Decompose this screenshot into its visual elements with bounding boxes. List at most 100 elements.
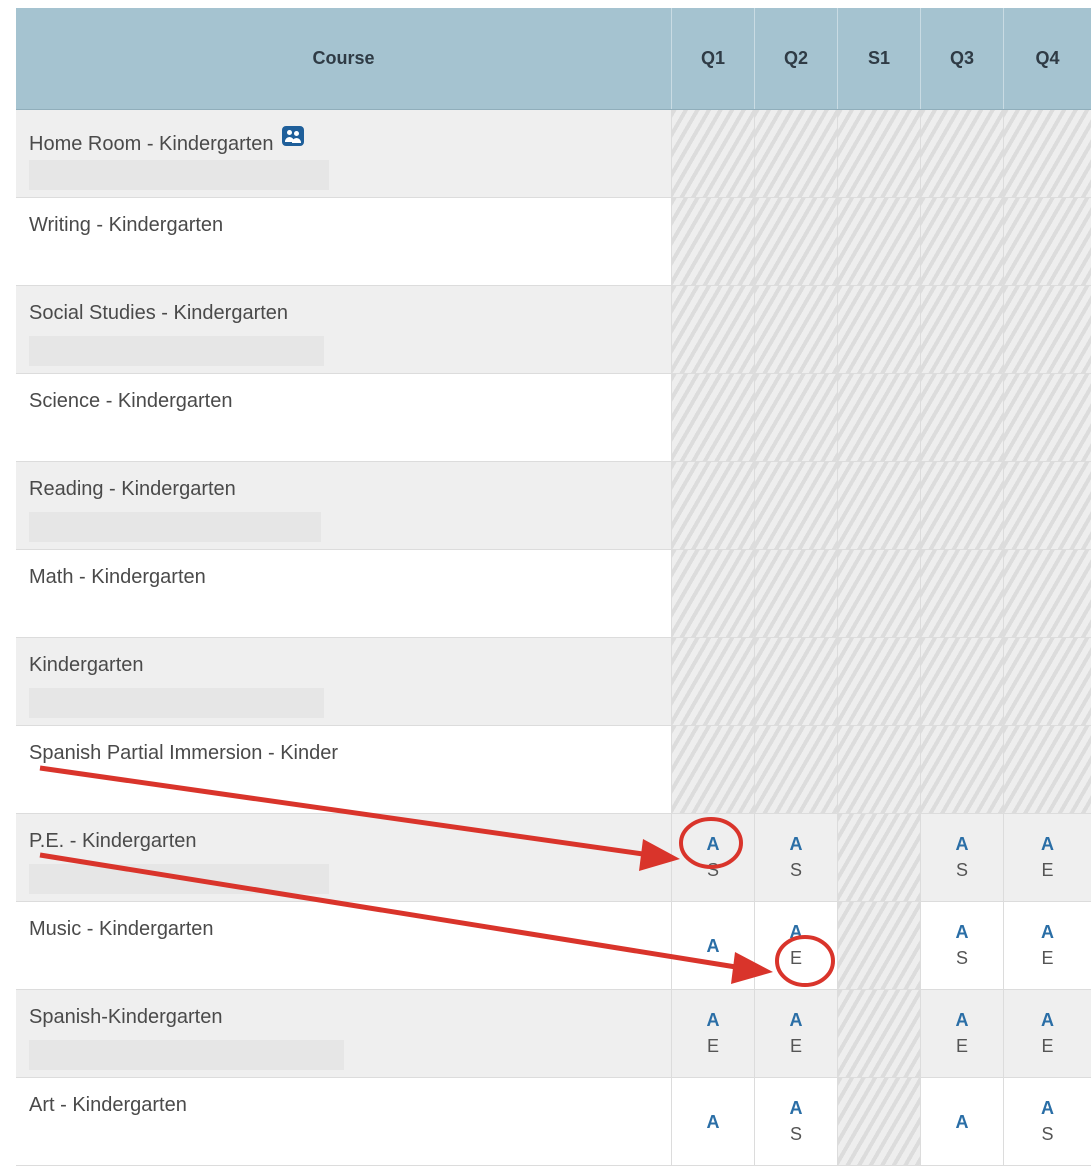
grade-cell-empty-q2 [755, 110, 838, 197]
effort-grade: E [789, 1035, 802, 1056]
column-header-s1[interactable]: S1 [838, 8, 921, 109]
grade-link[interactable]: A [956, 832, 969, 856]
table-row: Kindergarten [16, 638, 1091, 726]
course-cell: Art - Kindergarten [16, 1078, 672, 1165]
grade-cell-empty-q2 [755, 726, 838, 813]
grade-cell-empty-s1 [838, 1078, 921, 1165]
grade-cell-q4: AE [1004, 990, 1091, 1077]
grade-cell-empty-s1 [838, 990, 921, 1077]
effort-grade: S [789, 1123, 802, 1144]
course-cell: Spanish Partial Immersion - Kinder [16, 726, 672, 813]
column-header-q3[interactable]: Q3 [921, 8, 1004, 109]
grade-cell-empty-s1 [838, 638, 921, 725]
course-name[interactable]: Reading - Kindergarten [29, 478, 236, 501]
grade-cell-empty-q1 [672, 286, 755, 373]
grade-link[interactable]: A [790, 1008, 803, 1032]
grade-cell-empty-q2 [755, 638, 838, 725]
grade-link[interactable]: A [707, 1110, 720, 1134]
grade-cell-q2: AE [755, 902, 838, 989]
grade-cell-q1: A [672, 902, 755, 989]
course-name[interactable]: Math - Kindergarten [29, 566, 206, 589]
team-icon[interactable] [281, 126, 304, 146]
course-name[interactable]: Music - Kindergarten [29, 918, 214, 941]
column-header-q4[interactable]: Q4 [1004, 8, 1091, 109]
course-cell: Math - Kindergarten [16, 550, 672, 637]
redacted-teacher-name [29, 688, 324, 718]
grade-cell-empty-q1 [672, 550, 755, 637]
grade-cell-empty-q4 [1004, 550, 1091, 637]
grade-cell-q2: AE [755, 990, 838, 1077]
grade-cell-empty-q4 [1004, 462, 1091, 549]
table-row: Math - Kindergarten [16, 550, 1091, 638]
course-name[interactable]: Art - Kindergarten [29, 1094, 187, 1117]
grade-cell-empty-q1 [672, 638, 755, 725]
grade-cell-empty-q2 [755, 198, 838, 285]
course-name[interactable]: Kindergarten [29, 654, 144, 677]
grade-link[interactable]: A [1041, 1096, 1054, 1120]
grade-link[interactable]: A [956, 1110, 969, 1134]
column-header-course[interactable]: Course [16, 8, 672, 109]
grade-link[interactable]: A [1041, 920, 1054, 944]
grade-cell-empty-q4 [1004, 198, 1091, 285]
table-row: Reading - Kindergarten [16, 462, 1091, 550]
effort-grade: E [1041, 859, 1054, 880]
grade-cell-empty-q2 [755, 550, 838, 637]
course-cell: Home Room - Kindergarten [16, 110, 672, 197]
grade-link[interactable]: A [1041, 1008, 1054, 1032]
grade-cell-empty-s1 [838, 110, 921, 197]
grade-link[interactable]: A [707, 934, 720, 958]
grade-link[interactable]: A [956, 1008, 969, 1032]
grade-cell-q4: AE [1004, 902, 1091, 989]
course-cell: Kindergarten [16, 638, 672, 725]
grade-cell-empty-s1 [838, 726, 921, 813]
course-name[interactable]: Writing - Kindergarten [29, 214, 223, 237]
column-header-q1[interactable]: Q1 [672, 8, 755, 109]
table-row: Social Studies - Kindergarten [16, 286, 1091, 374]
grade-link[interactable]: A [1041, 832, 1054, 856]
course-cell: Science - Kindergarten [16, 374, 672, 461]
grade-link[interactable]: A [707, 832, 720, 856]
course-cell: Writing - Kindergarten [16, 198, 672, 285]
grade-cell-empty-s1 [838, 902, 921, 989]
effort-grade: E [1041, 947, 1054, 968]
grade-link[interactable]: A [956, 920, 969, 944]
table-row: Art - Kindergarten A A S A A S [16, 1078, 1091, 1166]
grade-cell-empty-q3 [921, 286, 1004, 373]
grade-cell-q3: A [921, 1078, 1004, 1165]
redacted-teacher-name [29, 512, 321, 542]
grade-link[interactable]: A [790, 832, 803, 856]
grade-cell-empty-q3 [921, 550, 1004, 637]
course-name[interactable]: Science - Kindergarten [29, 390, 232, 413]
course-name[interactable]: Social Studies - Kindergarten [29, 302, 288, 325]
column-header-q2[interactable]: Q2 [755, 8, 838, 109]
course-name[interactable]: Spanish Partial Immersion - Kinder [29, 742, 338, 765]
redacted-teacher-name [29, 864, 329, 894]
grade-cell-empty-q3 [921, 726, 1004, 813]
redacted-teacher-name [29, 1040, 344, 1070]
course-cell: Reading - Kindergarten [16, 462, 672, 549]
grade-cell-empty-q4 [1004, 286, 1091, 373]
redacted-teacher-name [29, 336, 324, 366]
grade-cell-q4: AS [1004, 1078, 1091, 1165]
grade-cell-q1: AS [672, 814, 755, 901]
grade-cell-empty-q3 [921, 462, 1004, 549]
grade-cell-empty-q1 [672, 726, 755, 813]
grade-cell-q3: AE [921, 990, 1004, 1077]
course-name[interactable]: Spanish-Kindergarten [29, 1006, 222, 1029]
course-name[interactable]: P.E. - Kindergarten [29, 830, 197, 853]
course-name[interactable]: Home Room - Kindergarten [29, 133, 274, 156]
grade-link[interactable]: A [790, 1096, 803, 1120]
table-row: P.E. - Kindergarten A S A S A S A E [16, 814, 1091, 902]
grade-cell-empty-q1 [672, 462, 755, 549]
grade-cell-empty-q1 [672, 198, 755, 285]
course-cell: Music - Kindergarten [16, 902, 672, 989]
course-cell: Spanish-Kindergarten [16, 990, 672, 1077]
course-cell: P.E. - Kindergarten [16, 814, 672, 901]
grade-cell-q2: AS [755, 1078, 838, 1165]
grade-cell-empty-s1 [838, 550, 921, 637]
grade-link[interactable]: A [707, 1008, 720, 1032]
effort-grade: S [706, 859, 719, 880]
grades-table: Course Q1 Q2 S1 Q3 Q4 Home Room - Kinder… [16, 8, 1091, 1166]
redacted-teacher-name [29, 160, 329, 190]
grade-link[interactable]: A [790, 920, 803, 944]
